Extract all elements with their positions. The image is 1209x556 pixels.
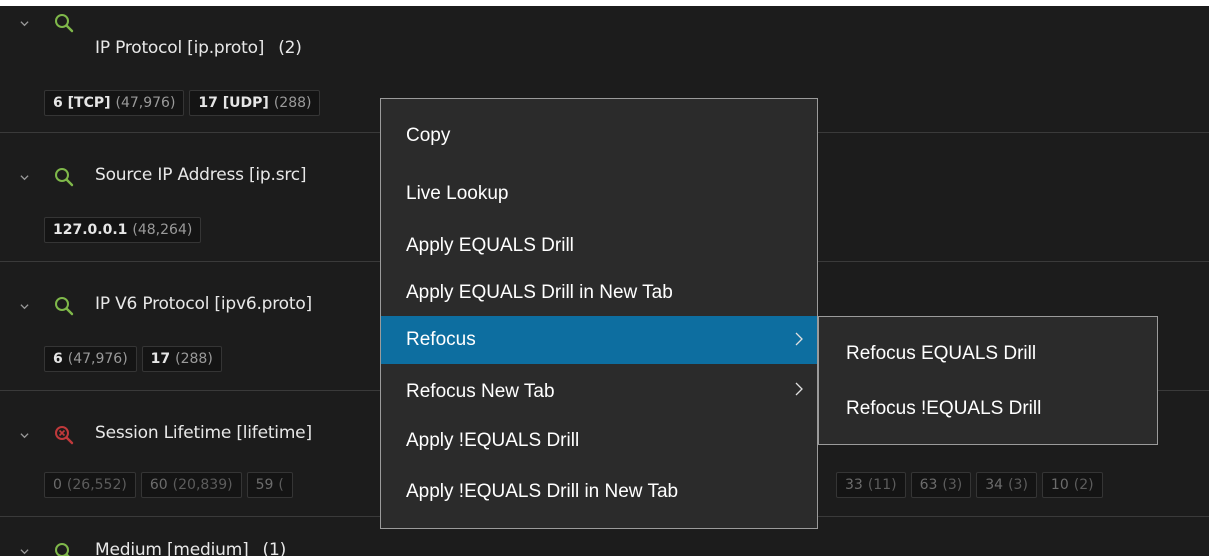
submenu-item-refocus-not-equals-drill[interactable]: Refocus !EQUALS Drill [819,389,1157,429]
meta-value-chip[interactable]: 63 (3) [910,472,972,498]
magnifier-icon[interactable] [53,166,75,188]
meta-value-chip[interactable]: 10 (2) [1041,472,1103,498]
menu-item-apply-equals-drill[interactable]: Apply EQUALS Drill [381,221,817,270]
menu-item-apply-not-equals-drill-new-tab[interactable]: Apply !EQUALS Drill in New Tab [381,467,817,516]
chevron-down-icon[interactable] [20,19,29,28]
context-menu: Copy Live Lookup Apply EQUALS Drill Appl… [380,98,818,529]
chevron-right-icon [795,332,803,346]
magnifier-icon[interactable] [53,12,75,34]
chevron-down-icon[interactable] [20,302,29,311]
magnifier-icon[interactable] [53,295,75,317]
submenu-item-refocus-equals-drill[interactable]: Refocus EQUALS Drill [819,334,1157,374]
meta-value-chip[interactable]: 59( [246,472,293,498]
section-title-text: IP Protocol [ip.proto] [95,38,265,58]
magnifier-x-icon[interactable] [53,424,75,446]
section-count: (1) [262,540,287,556]
meta-value-chip[interactable]: 60 (20,839) [140,472,242,498]
section-title[interactable]: IP V6 Protocol [ipv6.proto] [95,294,312,314]
section-title[interactable]: Medium [medium] (1) [95,540,286,556]
menu-item-apply-equals-drill-new-tab[interactable]: Apply EQUALS Drill in New Tab [381,268,817,317]
menu-item-refocus[interactable]: Refocus [381,316,817,364]
meta-value-chip[interactable]: 34 (3) [976,472,1037,498]
menu-item-apply-not-equals-drill[interactable]: Apply !EQUALS Drill [381,416,817,465]
chevron-down-icon[interactable] [20,547,29,556]
refocus-submenu: Refocus EQUALS Drill Refocus !EQUALS Dri… [818,316,1158,445]
menu-item-copy[interactable]: Copy [381,111,817,160]
menu-item-refocus-new-tab[interactable]: Refocus New Tab [381,367,817,416]
section-title-text: Session Lifetime [lifetime] [95,423,312,443]
menu-item-live-lookup[interactable]: Live Lookup [381,169,817,218]
magnifier-icon[interactable] [53,541,75,556]
section-title-text: Medium [medium] [95,540,249,556]
meta-value-chip[interactable]: 127.0.0.1 (48,264) [44,217,202,243]
section-title-text: IP V6 Protocol [ipv6.proto] [95,294,312,314]
meta-value-chip[interactable]: 6 [TCP] (47,976) [44,90,185,116]
chevron-right-icon [795,382,803,396]
meta-value-chip[interactable]: 6 (47,976) [44,346,137,372]
meta-value-chip[interactable]: 17 [UDP] (288) [189,90,321,116]
section-title[interactable]: Source IP Address [ip.src] [95,165,307,185]
meta-value-chip[interactable]: 17 (288) [141,346,222,372]
meta-value-chip[interactable]: 33 (11) [836,472,906,498]
section-title[interactable]: Session Lifetime [lifetime] [95,423,312,443]
section-title-text: Source IP Address [ip.src] [95,165,307,185]
section-count: (2) [278,38,302,58]
chevron-down-icon[interactable] [20,173,29,182]
meta-value-chip[interactable]: 0 (26,552) [44,472,136,498]
section-title[interactable]: IP Protocol [ip.proto] (2) [95,38,302,58]
chevron-down-icon[interactable] [20,431,29,440]
